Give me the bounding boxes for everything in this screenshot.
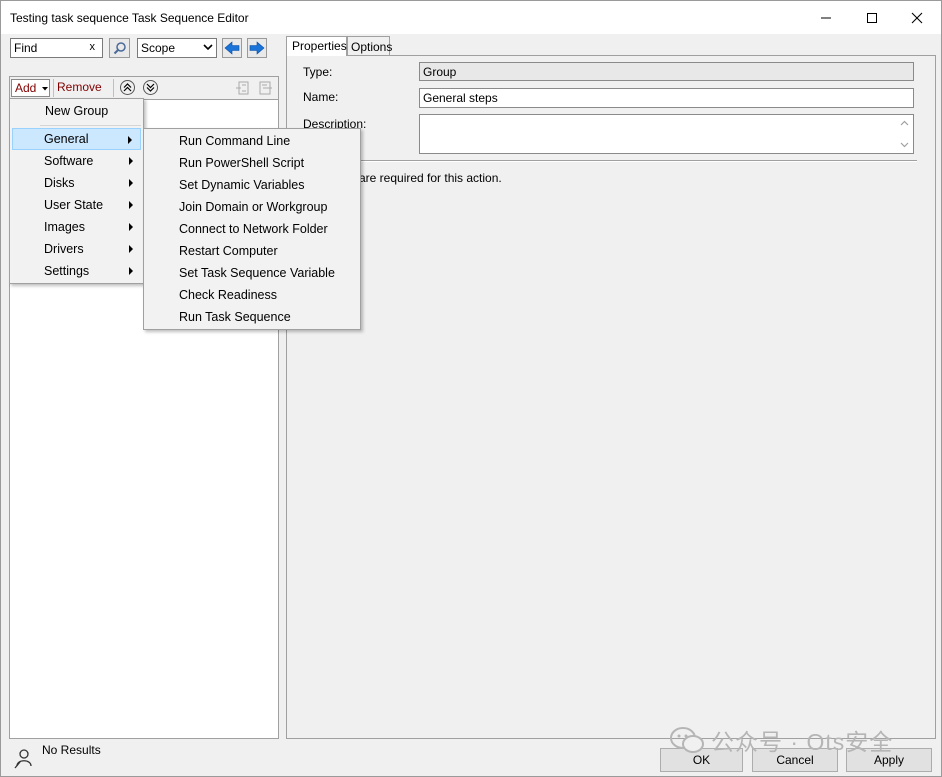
scope-value: Scope bbox=[141, 41, 176, 55]
menu-separator bbox=[40, 125, 141, 126]
submenu-item-check-readiness[interactable]: Check Readiness bbox=[146, 284, 358, 306]
scroll-down-icon[interactable] bbox=[900, 142, 909, 148]
menu-item-software-label: Software bbox=[44, 154, 94, 168]
general-submenu: Run Command Line Run PowerShell Script S… bbox=[143, 128, 361, 330]
close-icon bbox=[911, 12, 923, 23]
indent-icon[interactable] bbox=[235, 80, 251, 99]
chat-bubble-icon bbox=[670, 727, 704, 753]
submenu-item-join-domain[interactable]: Join Domain or Workgroup bbox=[146, 196, 358, 218]
submenu-arrow-icon bbox=[129, 245, 133, 253]
submenu-item-run-task-sequence[interactable]: Run Task Sequence bbox=[146, 306, 358, 328]
submenu-arrow-icon bbox=[129, 179, 133, 187]
menu-item-disks[interactable]: Disks bbox=[12, 172, 141, 194]
minimize-icon bbox=[821, 17, 831, 18]
maximize-icon bbox=[867, 12, 877, 23]
search-icon bbox=[113, 42, 126, 55]
section-divider-highlight bbox=[301, 161, 917, 162]
menu-item-images-label: Images bbox=[44, 220, 85, 234]
menu-item-images[interactable]: Images bbox=[12, 216, 141, 238]
double-chevron-down-icon bbox=[146, 83, 155, 92]
task-sequence-editor-window: Testing task sequence Task Sequence Edit… bbox=[0, 0, 942, 777]
menu-item-user-state[interactable]: User State bbox=[12, 194, 141, 216]
name-field[interactable]: General steps bbox=[419, 88, 914, 108]
outdent-icon[interactable] bbox=[257, 80, 273, 99]
toolbar-divider bbox=[113, 79, 114, 97]
add-label: Add bbox=[15, 81, 37, 95]
submenu-arrow-icon bbox=[129, 201, 133, 209]
maximize-button[interactable] bbox=[849, 1, 895, 34]
arrow-right-icon bbox=[249, 41, 265, 55]
properties-panel bbox=[286, 55, 936, 739]
minimize-button[interactable] bbox=[803, 1, 849, 34]
status-text: No Results bbox=[42, 743, 101, 757]
chevron-down-icon bbox=[203, 44, 213, 51]
submenu-arrow-icon bbox=[129, 157, 133, 165]
find-previous-button[interactable] bbox=[222, 38, 242, 58]
arrow-left-icon bbox=[224, 41, 240, 55]
title-bar: Testing task sequence Task Sequence Edit… bbox=[1, 1, 941, 34]
submenu-item-run-command-line[interactable]: Run Command Line bbox=[146, 130, 358, 152]
menu-item-settings[interactable]: Settings bbox=[12, 260, 141, 282]
find-field[interactable]: x bbox=[10, 38, 103, 58]
tab-properties[interactable]: Properties bbox=[286, 36, 347, 56]
remove-button[interactable]: Remove bbox=[57, 80, 102, 94]
add-button[interactable]: Add bbox=[11, 79, 50, 97]
scroll-up-icon[interactable] bbox=[900, 120, 909, 126]
watermark: 公众号 · Ots安全 bbox=[669, 723, 893, 757]
find-clear-button[interactable]: x bbox=[90, 41, 96, 53]
menu-item-drivers[interactable]: Drivers bbox=[12, 238, 141, 260]
description-scrollbar[interactable] bbox=[896, 115, 913, 153]
window-title: Testing task sequence Task Sequence Edit… bbox=[10, 11, 249, 25]
submenu-item-set-ts-variable[interactable]: Set Task Sequence Variable bbox=[146, 262, 358, 284]
find-next-button[interactable] bbox=[247, 38, 267, 58]
menu-item-software[interactable]: Software bbox=[12, 150, 141, 172]
menu-item-general[interactable]: General bbox=[12, 128, 141, 150]
menu-item-settings-label: Settings bbox=[44, 264, 90, 278]
menu-item-new-group[interactable]: New Group bbox=[12, 100, 141, 122]
submenu-arrow-icon bbox=[128, 136, 132, 144]
scope-dropdown[interactable]: Scope bbox=[137, 38, 217, 58]
type-field: Group bbox=[419, 62, 914, 81]
submenu-item-set-dynamic-variables[interactable]: Set Dynamic Variables bbox=[146, 174, 358, 196]
search-button[interactable] bbox=[109, 38, 130, 58]
submenu-item-run-powershell-script[interactable]: Run PowerShell Script bbox=[146, 152, 358, 174]
submenu-item-connect-network-folder[interactable]: Connect to Network Folder bbox=[146, 218, 358, 240]
watermark-text: 公众号 · Ots安全 bbox=[711, 729, 894, 755]
dropdown-arrow-icon bbox=[42, 87, 48, 91]
move-up-button[interactable] bbox=[120, 80, 135, 95]
double-chevron-up-icon bbox=[123, 83, 132, 92]
user-status-icon bbox=[12, 747, 34, 772]
submenu-item-restart-computer[interactable]: Restart Computer bbox=[146, 240, 358, 262]
submenu-arrow-icon bbox=[129, 267, 133, 275]
menu-item-drivers-label: Drivers bbox=[44, 242, 84, 256]
required-hint: are required for this action. bbox=[359, 171, 502, 185]
tab-options[interactable]: Options bbox=[347, 36, 392, 55]
menu-item-general-label: General bbox=[44, 132, 89, 146]
description-field[interactable] bbox=[419, 114, 914, 154]
close-button[interactable] bbox=[894, 1, 940, 34]
type-label: Type: bbox=[303, 65, 333, 79]
menu-item-user-state-label: User State bbox=[44, 198, 104, 212]
add-menu: New Group General Software Disks User St… bbox=[9, 98, 144, 284]
move-down-button[interactable] bbox=[143, 80, 158, 95]
find-input[interactable] bbox=[11, 39, 84, 57]
menu-item-disks-label: Disks bbox=[44, 176, 75, 190]
name-label: Name: bbox=[303, 90, 339, 104]
submenu-arrow-icon bbox=[129, 223, 133, 231]
toolbar-divider bbox=[53, 79, 54, 97]
